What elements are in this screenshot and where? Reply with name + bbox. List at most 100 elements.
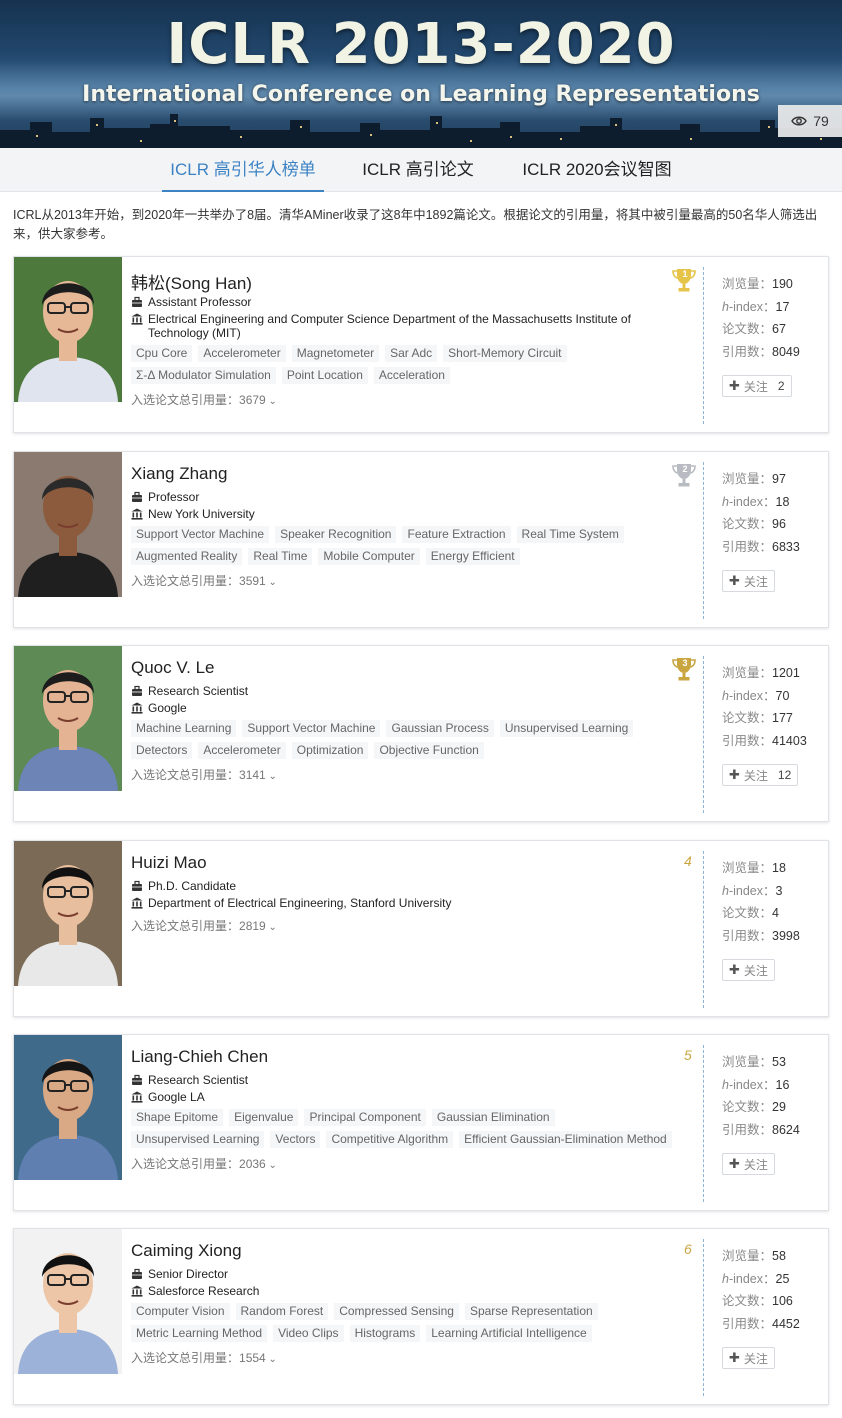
- follow-label: 关注: [743, 379, 768, 394]
- cited-total-toggle[interactable]: 入选论文总引用量：3591 ⌄: [131, 572, 277, 589]
- research-tag[interactable]: Optimization: [291, 742, 369, 759]
- research-tag[interactable]: Sparse Representation: [464, 1303, 598, 1320]
- research-tag[interactable]: Efficient Gaussian-Elimination Method: [459, 1131, 672, 1148]
- research-tag[interactable]: Sar Adc: [385, 345, 438, 362]
- stat-value: 18: [772, 861, 786, 875]
- scholar-name[interactable]: 韩松(Song Han): [131, 269, 252, 294]
- cited-total-toggle[interactable]: 入选论文总引用量：2819 ⌄: [131, 917, 277, 934]
- follow-button[interactable]: ✚ 关注: [722, 1153, 775, 1175]
- stat-papers: 论文数：29: [722, 1096, 800, 1119]
- research-tag[interactable]: Short-Memory Circuit: [443, 345, 567, 362]
- research-tag[interactable]: Energy Efficient: [425, 548, 520, 565]
- research-tag[interactable]: Support Vector Machine: [131, 526, 270, 543]
- stat-label: -index：: [728, 883, 776, 898]
- research-tag[interactable]: Magnetometer: [291, 345, 380, 362]
- research-tag[interactable]: Support Vector Machine: [242, 720, 381, 737]
- research-tag[interactable]: Computer Vision: [131, 1303, 230, 1320]
- stat-value: 106: [772, 1294, 793, 1308]
- avatar[interactable]: [14, 1229, 122, 1374]
- research-tag[interactable]: Principal Component: [304, 1109, 426, 1126]
- cited-total-toggle[interactable]: 入选论文总引用量：1554 ⌄: [131, 1349, 277, 1366]
- portrait-image: [14, 646, 122, 791]
- research-tag[interactable]: Video Clips: [273, 1325, 344, 1342]
- follow-button[interactable]: ✚ 关注 12: [722, 764, 799, 786]
- follow-button[interactable]: ✚ 关注: [722, 1347, 775, 1369]
- research-tag[interactable]: Histograms: [349, 1325, 421, 1342]
- research-tag[interactable]: Gaussian Elimination: [431, 1109, 555, 1126]
- scholar-stats: 浏览量：190 h-index：17 论文数：67 引用数：8049: [722, 273, 800, 363]
- stat-value: 8049: [772, 344, 800, 359]
- research-tag[interactable]: Mobile Computer: [318, 548, 420, 565]
- research-tag[interactable]: Eigenvalue: [229, 1109, 299, 1126]
- card-divider: [703, 851, 704, 1008]
- research-tag[interactable]: Unsupervised Learning: [499, 720, 634, 737]
- research-tag[interactable]: Learning Artificial Intelligence: [426, 1325, 592, 1342]
- tab-high-cited-chinese[interactable]: ICLR 高引华人榜单: [162, 148, 324, 192]
- scholar-name[interactable]: Liang-Chieh Chen: [131, 1047, 268, 1067]
- portrait-image: [14, 1229, 122, 1374]
- cited-total-toggle[interactable]: 入选论文总引用量：3679 ⌄: [131, 391, 277, 408]
- card-divider: [703, 267, 704, 424]
- research-tag[interactable]: Acceleration: [373, 367, 450, 384]
- research-tag[interactable]: Point Location: [281, 367, 368, 384]
- research-tag[interactable]: Shape Epitome: [131, 1109, 224, 1126]
- research-tag[interactable]: Cpu Core: [131, 345, 193, 362]
- research-tag[interactable]: Detectors: [131, 742, 193, 759]
- stat-citations: 引用数：3998: [722, 925, 800, 948]
- research-tag[interactable]: Gaussian Process: [386, 720, 494, 737]
- research-tag[interactable]: Compressed Sensing: [334, 1303, 459, 1320]
- scholar-name[interactable]: Xiang Zhang: [131, 464, 227, 484]
- avatar[interactable]: [14, 1035, 122, 1180]
- research-tag[interactable]: Competitive Algorithm: [326, 1131, 454, 1148]
- research-tag[interactable]: Vectors: [270, 1131, 321, 1148]
- stat-label: 论文数：: [722, 906, 773, 920]
- cited-total-label: 入选论文总引用量：: [131, 768, 240, 782]
- research-tag[interactable]: Accelerometer: [198, 345, 286, 362]
- research-tag[interactable]: Unsupervised Learning: [131, 1131, 265, 1148]
- position-text: Senior Director: [148, 1267, 229, 1281]
- research-tag[interactable]: Real Time: [248, 548, 313, 565]
- position-line: Research Scientist: [131, 1073, 641, 1087]
- follow-button[interactable]: ✚ 关注 2: [722, 375, 792, 397]
- follower-count: 2: [777, 379, 785, 393]
- cited-total-toggle[interactable]: 入选论文总引用量：3141 ⌄: [131, 766, 277, 783]
- stat-citations: 引用数：6833: [722, 536, 800, 559]
- follow-button[interactable]: ✚ 关注: [722, 959, 775, 981]
- research-tag[interactable]: Feature Extraction: [402, 526, 511, 543]
- tab-conference-map[interactable]: ICLR 2020会议智图: [512, 148, 682, 192]
- cited-total-toggle[interactable]: 入选论文总引用量：2036 ⌄: [131, 1155, 277, 1172]
- avatar[interactable]: [14, 841, 122, 986]
- scholar-name[interactable]: Huizi Mao: [131, 853, 207, 873]
- briefcase-icon: [132, 491, 142, 502]
- research-tag[interactable]: Augmented Reality: [131, 548, 243, 565]
- research-tag[interactable]: Objective Function: [374, 742, 484, 759]
- follow-button[interactable]: ✚ 关注: [722, 570, 775, 592]
- rank-number: 3: [682, 658, 688, 668]
- research-tag[interactable]: Speaker Recognition: [275, 526, 397, 543]
- follow-label: 关注: [743, 1351, 768, 1366]
- stat-label: 浏览量：: [722, 277, 773, 291]
- tab-high-cited-papers[interactable]: ICLR 高引论文: [346, 148, 490, 192]
- research-tag[interactable]: Machine Learning: [131, 720, 237, 737]
- stat-label: 论文数：: [722, 711, 773, 725]
- stat-value: 8624: [772, 1122, 800, 1137]
- position-text: Research Scientist: [148, 1073, 249, 1087]
- research-tag[interactable]: Σ-Δ Modulator Simulation: [131, 367, 276, 384]
- scholar-name[interactable]: Quoc V. Le: [131, 658, 215, 678]
- avatar[interactable]: [14, 452, 122, 597]
- cited-total-value: 1554: [239, 1351, 266, 1365]
- avatar[interactable]: [14, 257, 122, 402]
- stat-h-index: h-index：17: [722, 296, 800, 319]
- avatar[interactable]: [14, 646, 122, 791]
- scholar-name[interactable]: Caiming Xiong: [131, 1241, 242, 1261]
- research-tag[interactable]: Random Forest: [235, 1303, 329, 1320]
- research-tag[interactable]: Real Time System: [516, 526, 624, 543]
- stat-h-index: h-index：3: [722, 880, 800, 903]
- stat-value: 25: [775, 1271, 790, 1286]
- scholar-card: Quoc V. Le Research Scientist Google Machin…: [13, 645, 829, 822]
- research-tag[interactable]: Accelerometer: [198, 742, 286, 759]
- position-text: Professor: [148, 490, 200, 504]
- research-tag[interactable]: Metric Learning Method: [131, 1325, 268, 1342]
- follow-label: 关注: [743, 1157, 768, 1172]
- stat-label: 引用数：: [722, 928, 773, 943]
